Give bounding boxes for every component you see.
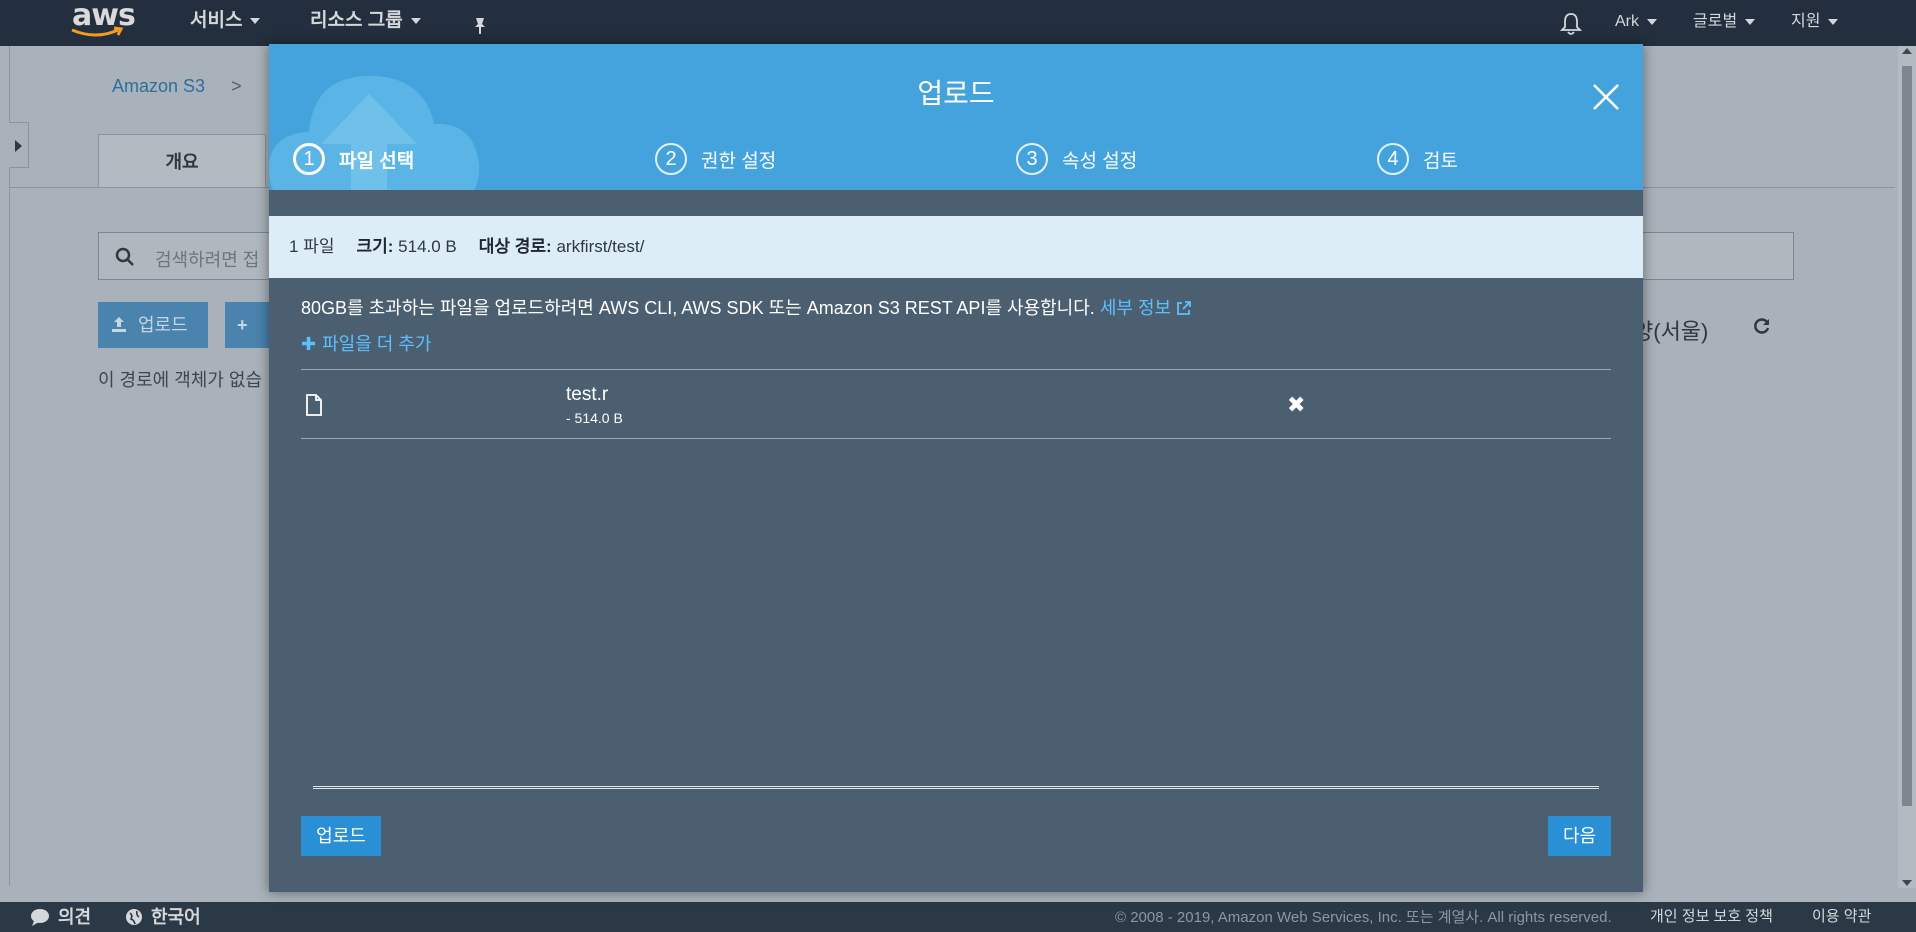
feedback-link[interactable]: 의견: [30, 902, 91, 932]
language-label: 한국어: [151, 907, 201, 927]
target-path-label: 대상 경로:: [478, 237, 552, 256]
page-scrollbar[interactable]: [1898, 46, 1916, 888]
dialog-title: 업로드: [917, 78, 995, 109]
search-icon: [115, 247, 134, 266]
services-menu[interactable]: 서비스: [190, 0, 261, 46]
scroll-down-arrow-icon[interactable]: [1902, 880, 1912, 886]
file-name: test.r: [566, 384, 609, 405]
step-number: 4: [1377, 143, 1409, 175]
close-icon[interactable]: [1591, 82, 1621, 112]
upload-button-background[interactable]: 업로드: [98, 302, 208, 348]
footer: 의견 한국어 © 2008 - 2019, Amazon Web Service…: [0, 902, 1916, 932]
large-file-note: 80GB를 초과하는 파일을 업로드하려면 AWS CLI, AWS SDK 또…: [301, 294, 1192, 320]
step-number: 1: [293, 143, 325, 175]
account-label: Ark: [1615, 13, 1639, 30]
step-select-files[interactable]: 1 파일 선택: [293, 142, 414, 176]
resource-groups-label: 리소스 그룹: [310, 10, 403, 31]
panel-border: [9, 46, 10, 886]
step-set-properties[interactable]: 3 속성 설정: [1016, 142, 1137, 176]
step-set-permissions[interactable]: 2 권한 설정: [655, 142, 776, 176]
search-placeholder: 검색하려면 접: [155, 250, 260, 270]
add-more-files-button[interactable]: ✚ 파일을 더 추가: [301, 330, 431, 356]
feedback-label: 의견: [58, 907, 92, 927]
add-more-files-label: 파일을 더 추가: [322, 334, 432, 354]
privacy-policy-link[interactable]: 개인 정보 보호 정책: [1650, 902, 1773, 932]
globe-icon: [126, 909, 142, 925]
step-label: 권한 설정: [701, 150, 777, 172]
language-selector[interactable]: 한국어: [125, 902, 201, 932]
next-button[interactable]: 다음: [1548, 816, 1611, 856]
terms-link[interactable]: 이용 약관: [1812, 902, 1871, 932]
upload-button[interactable]: 업로드: [301, 816, 381, 856]
breadcrumb: Amazon S3 >: [112, 76, 242, 97]
dialog-divider: [313, 786, 1599, 789]
bell-icon[interactable]: [1559, 10, 1583, 35]
breadcrumb-s3-link[interactable]: Amazon S3: [112, 76, 205, 96]
step-label: 파일 선택: [339, 150, 415, 172]
upload-dialog-header: 업로드 1 파일 선택 2 권한 설정 3 속성 설정 4 검토: [269, 44, 1643, 190]
support-label: 지원: [1791, 13, 1821, 30]
details-link[interactable]: 세부 정보: [1100, 298, 1192, 318]
size-value: 514.0 B: [398, 237, 457, 256]
top-navigation-bar: aws 서비스 리소스 그룹 Ark 글로벌 지원: [0, 0, 1916, 46]
file-icon: [306, 394, 322, 416]
chat-bubble-icon: [31, 909, 49, 926]
step-number: 2: [655, 143, 687, 175]
file-count: 1 파일: [289, 237, 335, 256]
chevron-down-icon: [1828, 18, 1839, 25]
chevron-down-icon: [250, 17, 261, 24]
create-folder-button-background[interactable]: +: [225, 302, 269, 348]
chevron-down-icon: [1647, 18, 1657, 25]
chevron-down-icon: [410, 17, 421, 24]
region-menu[interactable]: 글로벌: [1693, 0, 1756, 46]
tab-overview[interactable]: 개요: [98, 134, 266, 188]
chevron-down-icon: [1745, 18, 1756, 25]
scrollbar-thumb[interactable]: [1902, 66, 1912, 806]
remove-file-icon[interactable]: ✖: [1287, 392, 1305, 418]
pin-icon[interactable]: [470, 10, 490, 34]
account-menu[interactable]: Ark: [1615, 0, 1657, 46]
step-label: 검토: [1423, 150, 1458, 172]
details-link-label: 세부 정보: [1099, 298, 1172, 318]
aws-smile-icon: [71, 26, 124, 37]
upload-button-label: 업로드: [138, 315, 188, 335]
step-review[interactable]: 4 검토: [1377, 142, 1458, 176]
step-number: 3: [1016, 143, 1048, 175]
upload-icon: [112, 317, 126, 332]
target-path-value: arkfirst/test/: [556, 237, 645, 256]
upload-summary-bar: 1 파일 크기: 514.0 B 대상 경로: arkfirst/test/: [269, 216, 1643, 278]
step-label: 속성 설정: [1062, 150, 1138, 172]
scroll-up-arrow-icon[interactable]: [1902, 48, 1912, 54]
aws-logo[interactable]: aws: [70, 0, 136, 46]
file-size: - 514.0 B: [566, 410, 623, 426]
file-list-row: test.r - 514.0 B ✖: [301, 369, 1611, 439]
upload-dialog: 업로드 1 파일 선택 2 권한 설정 3 속성 설정 4 검토 1 파일 크기: 514…: [269, 44, 1643, 892]
refresh-icon[interactable]: [1752, 316, 1772, 342]
large-file-note-text: 80GB를 초과하는 파일을 업로드하려면 AWS CLI, AWS SDK 또…: [301, 298, 1095, 318]
services-menu-label: 서비스: [190, 10, 243, 31]
empty-path-message: 이 경로에 객체가 없습: [98, 370, 263, 390]
external-link-icon: [1177, 301, 1191, 315]
resource-groups-menu[interactable]: 리소스 그룹: [310, 0, 421, 46]
size-label: 크기:: [356, 237, 394, 256]
plus-icon: ✚: [301, 334, 317, 354]
region-text: 양(서울): [1633, 319, 1709, 344]
breadcrumb-separator: >: [231, 76, 242, 96]
copyright-text: © 2008 - 2019, Amazon Web Services, Inc.…: [1115, 909, 1612, 926]
region-label: 글로벌: [1693, 13, 1738, 30]
support-menu[interactable]: 지원: [1791, 0, 1839, 46]
side-panel-toggle[interactable]: [9, 122, 29, 168]
